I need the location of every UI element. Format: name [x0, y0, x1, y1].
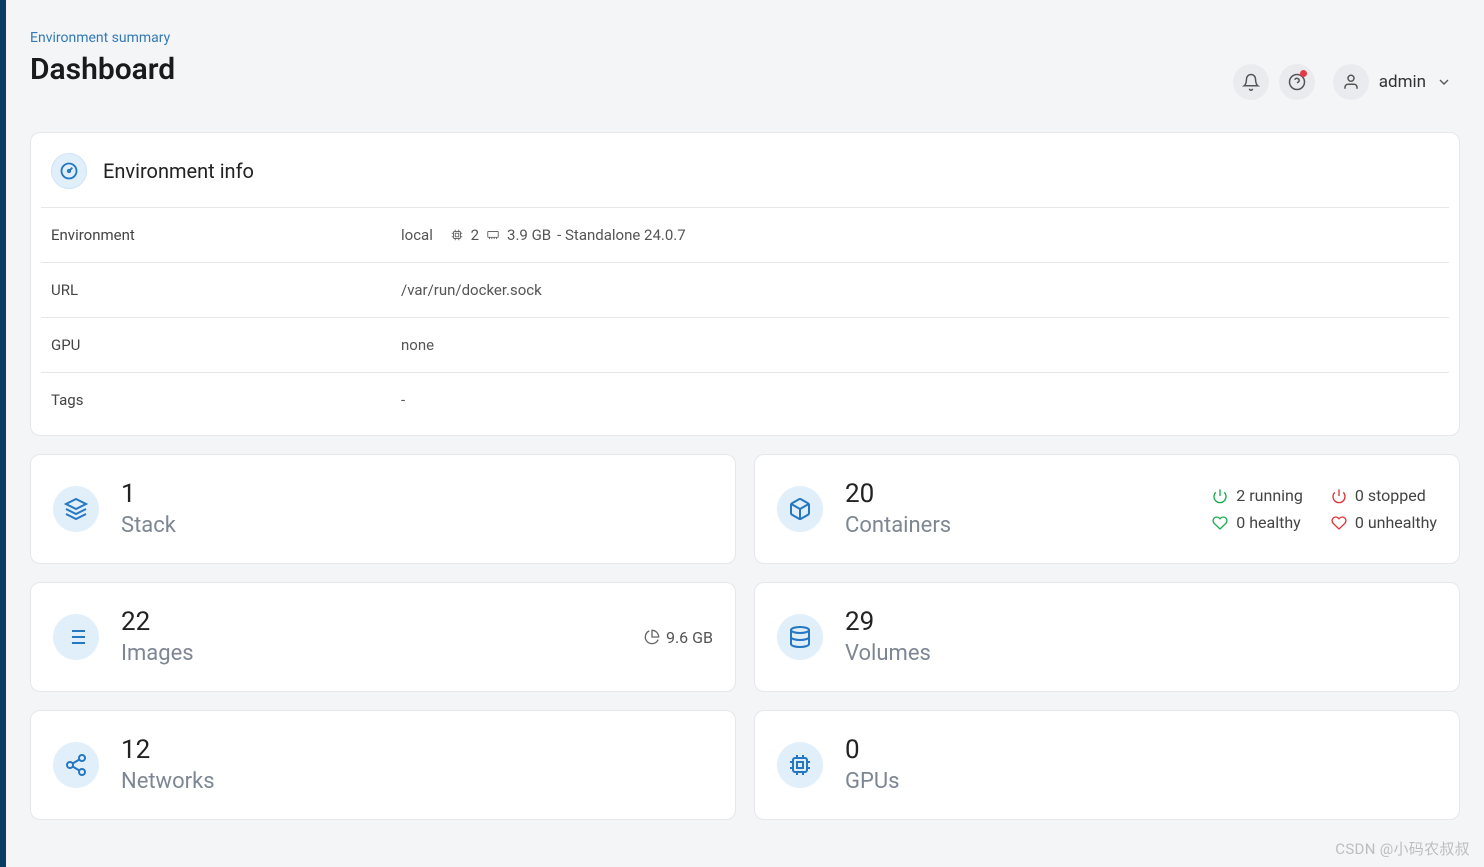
breadcrumb[interactable]: Environment summary	[30, 30, 175, 46]
container-status-grid: 2 running 0 stopped 0 healthy 0 unhealth…	[1212, 486, 1437, 532]
cpu-icon	[777, 742, 823, 788]
share-icon	[53, 742, 99, 788]
panel-header: Environment info	[31, 133, 1459, 207]
box-icon	[777, 486, 823, 532]
tile-label: Networks	[121, 769, 713, 794]
environment-info-panel: Environment info Environment local 2 3.9…	[30, 132, 1460, 436]
pie-chart-icon	[644, 629, 660, 645]
chevron-down-icon	[1436, 74, 1452, 90]
tags-label: Tags	[51, 391, 401, 409]
tags-value: -	[401, 391, 405, 409]
running-text: 2 running	[1236, 486, 1303, 505]
tile-networks[interactable]: 12 Networks	[30, 710, 736, 820]
env-row-tags: Tags -	[41, 372, 1449, 435]
power-icon	[1331, 488, 1347, 504]
power-icon	[1212, 488, 1228, 504]
url-label: URL	[51, 281, 401, 299]
tile-label: Containers	[845, 513, 1212, 538]
avatar	[1333, 64, 1369, 100]
notifications-button[interactable]	[1233, 64, 1269, 100]
images-size-text: 9.6 GB	[666, 628, 713, 647]
database-icon	[777, 614, 823, 660]
header-left: Environment summary Dashboard	[30, 30, 175, 87]
status-unhealthy: 0 unhealthy	[1331, 513, 1437, 532]
tile-main: 12 Networks	[121, 736, 713, 794]
tile-count: 22	[121, 608, 644, 637]
tile-count: 29	[845, 608, 1437, 637]
unhealthy-text: 0 unhealthy	[1355, 513, 1437, 532]
heart-icon	[1212, 515, 1228, 531]
tile-main: 20 Containers	[845, 480, 1212, 538]
user-menu[interactable]: admin	[1325, 60, 1460, 104]
env-value: local 2 3.9 GB - Standalone 24.0.7	[401, 226, 686, 244]
user-name: admin	[1379, 72, 1426, 92]
tile-count: 12	[121, 736, 713, 765]
list-icon	[53, 614, 99, 660]
help-button[interactable]	[1279, 64, 1315, 100]
tile-main: 0 GPUs	[845, 736, 1437, 794]
tiles-grid: 1 Stack 20 Containers 2 running 0 stoppe…	[30, 454, 1460, 820]
layers-icon	[53, 486, 99, 532]
status-healthy: 0 healthy	[1212, 513, 1303, 532]
bell-icon	[1242, 73, 1260, 91]
user-icon	[1342, 73, 1360, 91]
watermark: CSDN @小码农叔叔	[1335, 838, 1470, 859]
tile-count: 1	[121, 480, 713, 509]
env-row-environment: Environment local 2 3.9 GB - Standalone …	[41, 207, 1449, 262]
gpu-value: none	[401, 336, 434, 354]
env-cpu: 2	[471, 226, 479, 244]
heart-icon	[1331, 515, 1347, 531]
env-name: local	[401, 226, 433, 244]
page-title: Dashboard	[30, 52, 175, 87]
env-row-gpu: GPU none	[41, 317, 1449, 372]
tile-label: Stack	[121, 513, 713, 538]
status-running: 2 running	[1212, 486, 1303, 505]
tile-label: GPUs	[845, 769, 1437, 794]
tile-count: 20	[845, 480, 1212, 509]
url-value: /var/run/docker.sock	[401, 281, 542, 299]
tile-main: 29 Volumes	[845, 608, 1437, 666]
tile-main: 22 Images	[121, 608, 644, 666]
tile-main: 1 Stack	[121, 480, 713, 538]
tile-gpus[interactable]: 0 GPUs	[754, 710, 1460, 820]
env-suffix: - Standalone 24.0.7	[557, 226, 686, 244]
tile-count: 0	[845, 736, 1437, 765]
memory-icon	[485, 228, 501, 242]
tile-images[interactable]: 22 Images 9.6 GB	[30, 582, 736, 692]
gauge-icon	[51, 153, 87, 189]
tile-label: Images	[121, 641, 644, 666]
env-row-url: URL /var/run/docker.sock	[41, 262, 1449, 317]
stopped-text: 0 stopped	[1355, 486, 1426, 505]
cpu-icon	[449, 228, 465, 242]
tile-stack[interactable]: 1 Stack	[30, 454, 736, 564]
env-mem: 3.9 GB	[507, 226, 551, 244]
status-stopped: 0 stopped	[1331, 486, 1437, 505]
main-content: Environment summary Dashboard admin	[6, 0, 1484, 820]
tile-volumes[interactable]: 29 Volumes	[754, 582, 1460, 692]
gpu-label: GPU	[51, 336, 401, 354]
tile-containers[interactable]: 20 Containers 2 running 0 stopped 0 heal…	[754, 454, 1460, 564]
healthy-text: 0 healthy	[1236, 513, 1300, 532]
panel-title: Environment info	[103, 159, 254, 183]
header-row: Environment summary Dashboard admin	[6, 0, 1484, 114]
env-label: Environment	[51, 226, 401, 244]
header-right: admin	[1233, 60, 1460, 104]
left-accent-bar	[0, 0, 6, 867]
images-size: 9.6 GB	[644, 628, 713, 647]
notification-dot-icon	[1300, 70, 1307, 77]
tile-label: Volumes	[845, 641, 1437, 666]
